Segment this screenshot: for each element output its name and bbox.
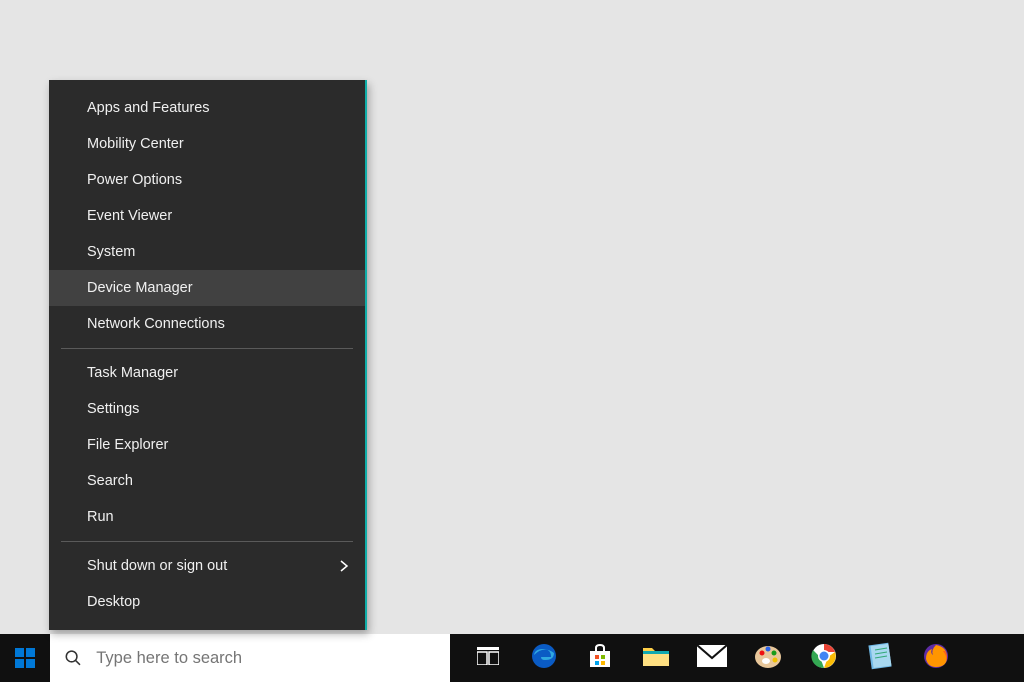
firefox-icon (923, 643, 949, 674)
menu-item-label: Shut down or sign out (87, 558, 227, 574)
winx-context-menu: Apps and Features Mobility Center Power Op… (49, 80, 367, 630)
notepad-button[interactable] (852, 634, 908, 682)
menu-item-label: Mobility Center (87, 136, 184, 152)
menu-item-label: Settings (87, 401, 139, 417)
start-button[interactable] (0, 634, 50, 682)
menu-desktop[interactable]: Desktop (49, 584, 365, 620)
windows-icon (15, 648, 35, 668)
chrome-button[interactable] (796, 634, 852, 682)
menu-item-label: Desktop (87, 594, 140, 610)
menu-event-viewer[interactable]: Event Viewer (49, 198, 365, 234)
mail-button[interactable] (684, 634, 740, 682)
menu-apps-features[interactable]: Apps and Features (49, 90, 365, 126)
menu-system[interactable]: System (49, 234, 365, 270)
taskbar (0, 634, 1024, 682)
menu-search[interactable]: Search (49, 463, 365, 499)
chrome-icon (811, 643, 837, 674)
search-icon (64, 648, 82, 668)
menu-item-label: Network Connections (87, 316, 225, 332)
menu-separator (61, 348, 353, 349)
menu-item-label: Device Manager (87, 280, 193, 296)
file-explorer-button[interactable] (628, 634, 684, 682)
search-box[interactable] (50, 634, 450, 682)
menu-task-manager[interactable]: Task Manager (49, 355, 365, 391)
edge-button[interactable] (516, 634, 572, 682)
menu-device-manager[interactable]: Device Manager (49, 270, 365, 306)
menu-item-label: Power Options (87, 172, 182, 188)
menu-item-label: File Explorer (87, 437, 168, 453)
task-view-icon (477, 647, 499, 670)
menu-item-label: Run (87, 509, 114, 525)
menu-network-connections[interactable]: Network Connections (49, 306, 365, 342)
menu-file-explorer[interactable]: File Explorer (49, 427, 365, 463)
paint-button[interactable] (740, 634, 796, 682)
menu-item-label: System (87, 244, 135, 260)
search-input[interactable] (96, 649, 436, 668)
menu-mobility-center[interactable]: Mobility Center (49, 126, 365, 162)
menu-power-options[interactable]: Power Options (49, 162, 365, 198)
menu-run[interactable]: Run (49, 499, 365, 535)
menu-item-label: Search (87, 473, 133, 489)
menu-settings[interactable]: Settings (49, 391, 365, 427)
paint-icon (754, 643, 782, 674)
menu-item-label: Event Viewer (87, 208, 172, 224)
menu-item-label: Task Manager (87, 365, 178, 381)
edge-icon (531, 643, 557, 674)
menu-separator (61, 541, 353, 542)
chevron-right-icon (339, 559, 349, 573)
menu-shutdown[interactable]: Shut down or sign out (49, 548, 365, 584)
firefox-button[interactable] (908, 634, 964, 682)
file-explorer-icon (642, 644, 670, 673)
menu-item-label: Apps and Features (87, 100, 210, 116)
store-button[interactable] (572, 634, 628, 682)
store-icon (587, 643, 613, 674)
task-view-button[interactable] (460, 634, 516, 682)
notepad-icon (868, 642, 892, 675)
taskbar-icons (460, 634, 964, 682)
mail-icon (697, 645, 727, 672)
